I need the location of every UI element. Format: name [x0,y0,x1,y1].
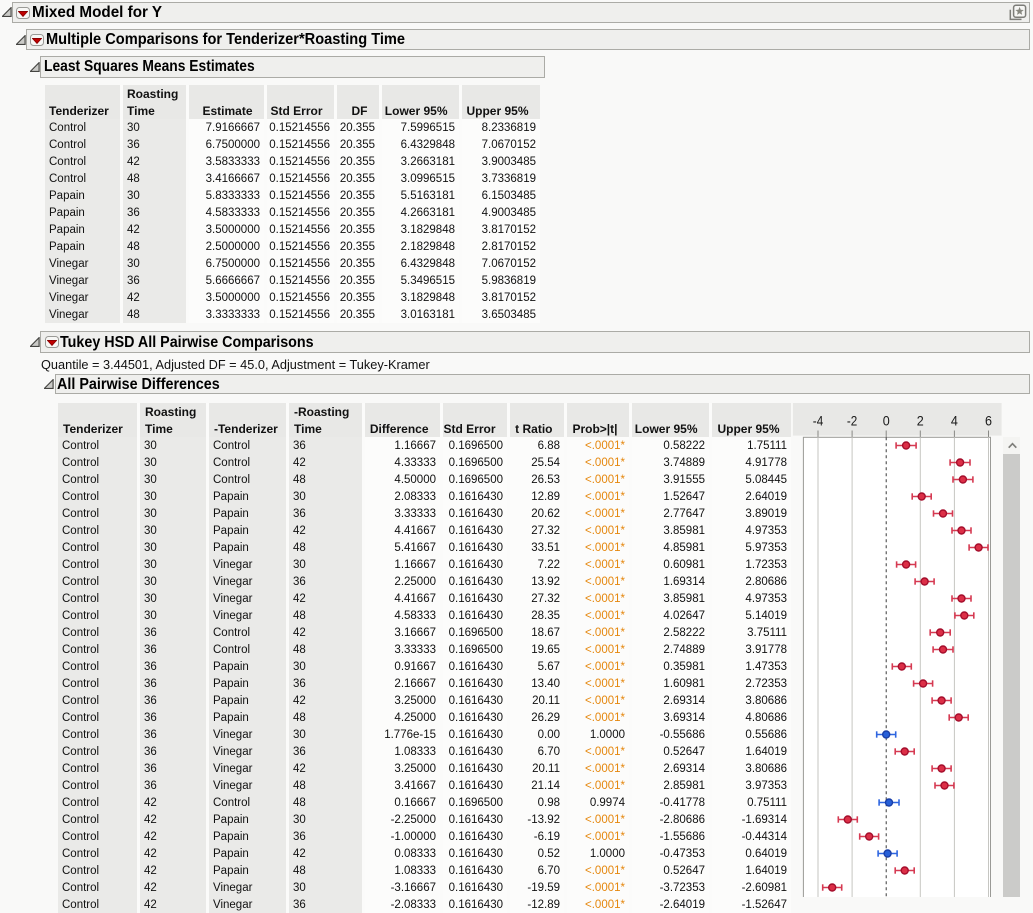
svg-text:0: 0 [883,412,890,428]
svg-text:2: 2 [917,412,924,428]
svg-text:4: 4 [951,412,958,428]
svg-text:-4: -4 [813,412,824,428]
svg-text:-2: -2 [847,412,858,428]
svg-text:6: 6 [985,412,992,428]
